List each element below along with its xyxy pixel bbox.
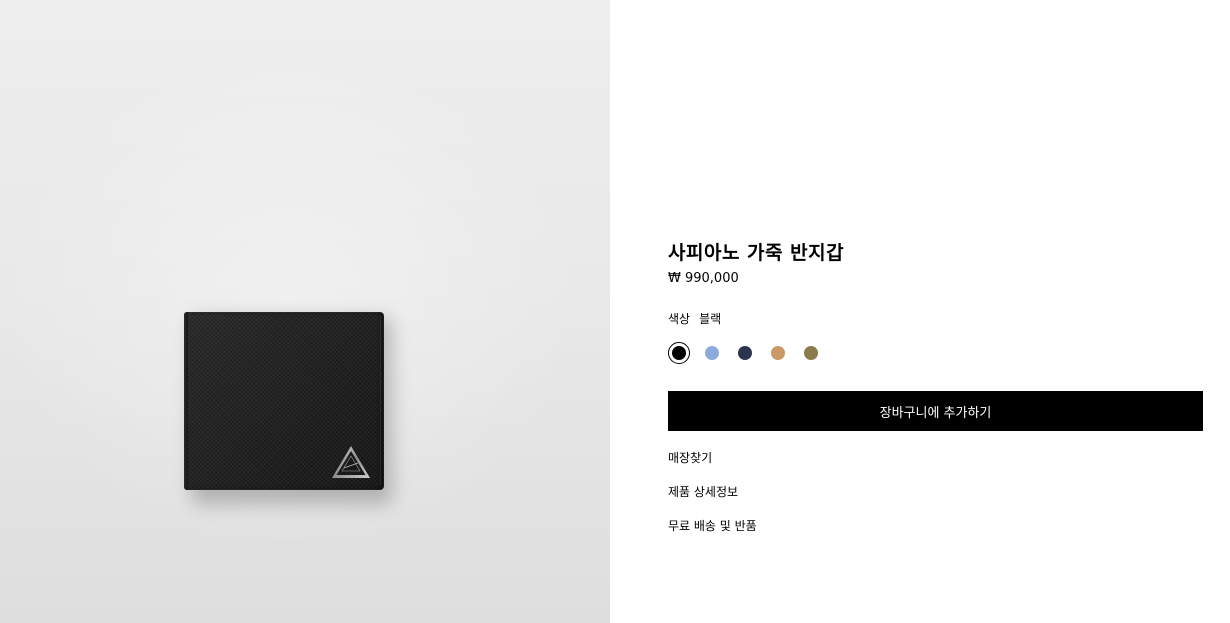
color-value: 블랙 xyxy=(699,312,722,326)
shipping-returns-link[interactable]: 무료 배송 및 반품 xyxy=(668,517,757,534)
color-swatch-olive[interactable] xyxy=(800,342,822,364)
color-swatch-dot xyxy=(672,346,686,360)
color-label: 색상 xyxy=(668,312,691,326)
triangle-logo-icon xyxy=(332,446,370,478)
store-locator-link[interactable]: 매장찾기 xyxy=(668,449,712,466)
color-swatch-dot xyxy=(705,346,719,360)
add-to-cart-button[interactable]: 장바구니에 추가하기 xyxy=(668,391,1203,431)
color-swatch-dot xyxy=(771,346,785,360)
color-swatch-black[interactable] xyxy=(668,342,690,364)
product-details-link[interactable]: 제품 상세정보 xyxy=(668,483,738,500)
product-page: 사피아노 가죽 반지갑 ₩ 990,000 색상 블랙 장바구니에 추가하기 매… xyxy=(0,0,1230,623)
color-swatch-light-blue[interactable] xyxy=(701,342,723,364)
color-selection-label: 색상 블랙 xyxy=(668,310,721,327)
color-swatch-tan[interactable] xyxy=(767,342,789,364)
wallet-product-image xyxy=(184,312,384,490)
product-title: 사피아노 가죽 반지갑 xyxy=(668,242,845,264)
color-swatches xyxy=(668,342,833,364)
color-swatch-dot xyxy=(738,346,752,360)
product-details-panel: 사피아노 가죽 반지갑 ₩ 990,000 색상 블랙 장바구니에 추가하기 매… xyxy=(668,0,1203,623)
product-price: ₩ 990,000 xyxy=(668,271,739,286)
product-image-panel xyxy=(0,0,610,623)
color-swatch-dot xyxy=(804,346,818,360)
color-swatch-navy[interactable] xyxy=(734,342,756,364)
